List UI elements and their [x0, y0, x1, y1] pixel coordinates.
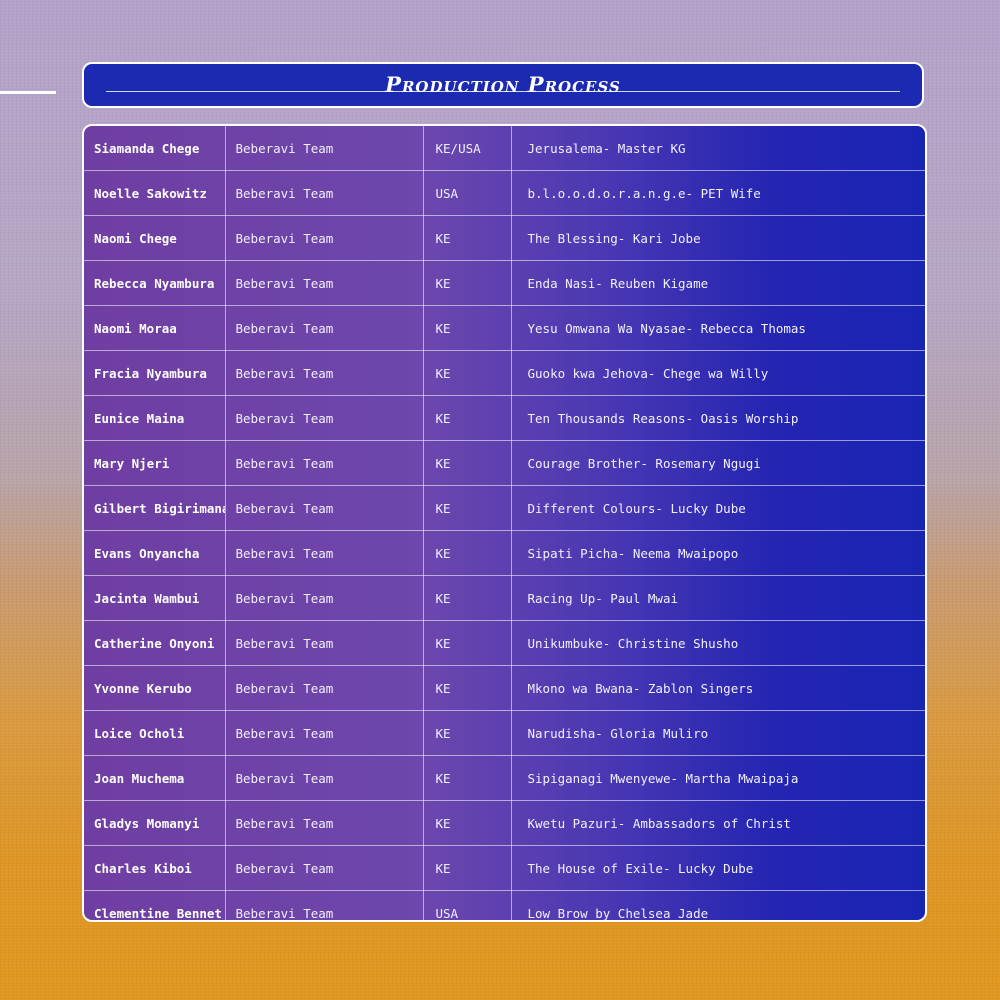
team-cell: Beberavi Team	[224, 530, 424, 576]
name-cell: Mary Njeri	[84, 440, 226, 486]
table-row: Gilbert Bigirimana Beberavi Team KE Differe…	[84, 485, 925, 531]
name-cell: Gilbert Bigirimana	[84, 485, 226, 531]
song-cell: Different Colours- Lucky Dube	[510, 485, 925, 531]
table-row: Joan Muchema Beberavi Team KE Sipiganagi Mw…	[84, 755, 925, 801]
song-cell: Racing Up- Paul Mwai	[510, 575, 925, 621]
table-row: Fracia Nyambura Beberavi Team KE Guoko kwa …	[84, 350, 925, 396]
team-cell: Beberavi Team	[224, 215, 424, 261]
country-cell: KE	[422, 755, 512, 801]
table-row: Charles Kiboi Beberavi Team KE The House of…	[84, 845, 925, 891]
country-cell: KE	[422, 530, 512, 576]
country-cell: KE	[422, 665, 512, 711]
song-cell: The House of Exile- Lucky Dube	[510, 845, 925, 891]
name-cell: Fracia Nyambura	[84, 350, 226, 396]
song-cell: Jerusalema- Master KG	[510, 126, 925, 171]
song-cell: Sipiganagi Mwenyewe- Martha Mwaipaja	[510, 755, 925, 801]
song-cell: Yesu Omwana Wa Nyasae- Rebecca Thomas	[510, 305, 925, 351]
country-cell: USA	[422, 170, 512, 216]
song-cell: Low Brow by Chelsea Jade	[510, 890, 925, 920]
country-cell: KE	[422, 800, 512, 846]
country-cell: USA	[422, 890, 512, 920]
song-cell: Enda Nasi- Reuben Kigame	[510, 260, 925, 306]
table-row: Catherine Onyoni Beberavi Team KE Unikumbuk…	[84, 620, 925, 666]
table-row: Gladys Momanyi Beberavi Team KE Kwetu Pazur…	[84, 800, 925, 846]
team-cell: Beberavi Team	[224, 305, 424, 351]
country-cell: KE	[422, 710, 512, 756]
name-cell: Naomi Moraa	[84, 305, 226, 351]
name-cell: Clementine Bennet	[84, 890, 226, 920]
table-row: Yvonne Kerubo Beberavi Team KE Mkono wa Bwa…	[84, 665, 925, 711]
team-cell: Beberavi Team	[224, 755, 424, 801]
country-cell: KE	[422, 440, 512, 486]
name-cell: Charles Kiboi	[84, 845, 226, 891]
country-cell: KE	[422, 575, 512, 621]
team-cell: Beberavi Team	[224, 260, 424, 306]
name-cell: Siamanda Chege	[84, 126, 226, 171]
table-row: Eunice Maina Beberavi Team KE Ten Thousands…	[84, 395, 925, 441]
song-cell: Guoko kwa Jehova- Chege wa Willy	[510, 350, 925, 396]
page-title: Production Process	[385, 72, 621, 97]
name-cell: Yvonne Kerubo	[84, 665, 226, 711]
song-cell: b.l.o.o.d.o.r.a.n.g.e- PET Wife	[510, 170, 925, 216]
name-cell: Noelle Sakowitz	[84, 170, 226, 216]
song-cell: Mkono wa Bwana- Zablon Singers	[510, 665, 925, 711]
country-cell: KE	[422, 395, 512, 441]
team-cell: Beberavi Team	[224, 575, 424, 621]
team-cell: Beberavi Team	[224, 620, 424, 666]
name-cell: Naomi Chege	[84, 215, 226, 261]
table-row: Siamanda Chege Beberavi Team KE/USA Jerusal…	[84, 126, 925, 171]
name-cell: Rebecca Nyambura	[84, 260, 226, 306]
credits-table: Siamanda Chege Beberavi Team KE/USA Jerusal…	[84, 126, 925, 920]
team-cell: Beberavi Team	[224, 440, 424, 486]
table-row: Naomi Chege Beberavi Team KE The Blessing- …	[84, 215, 925, 261]
song-cell: Sipati Picha- Neema Mwaipopo	[510, 530, 925, 576]
song-cell: Ten Thousands Reasons- Oasis Worship	[510, 395, 925, 441]
name-cell: Jacinta Wambui	[84, 575, 226, 621]
name-cell: Loice Ocholi	[84, 710, 226, 756]
song-cell: Courage Brother- Rosemary Ngugi	[510, 440, 925, 486]
table-row: Clementine Bennet Beberavi Team USA Low Bro…	[84, 890, 925, 920]
team-cell: Beberavi Team	[224, 395, 424, 441]
table-row: Loice Ocholi Beberavi Team KE Narudisha- Gl…	[84, 710, 925, 756]
country-cell: KE	[422, 845, 512, 891]
table-row: Rebecca Nyambura Beberavi Team KE Enda Nasi…	[84, 260, 925, 306]
country-cell: KE	[422, 260, 512, 306]
team-cell: Beberavi Team	[224, 845, 424, 891]
team-cell: Beberavi Team	[224, 350, 424, 396]
team-cell: Beberavi Team	[224, 890, 424, 920]
title-banner: Production Process	[82, 62, 924, 108]
credits-table-container: Siamanda Chege Beberavi Team KE/USA Jerusal…	[82, 124, 927, 922]
song-cell: The Blessing- Kari Jobe	[510, 215, 925, 261]
country-cell: KE	[422, 305, 512, 351]
decorative-line	[0, 91, 56, 94]
team-cell: Beberavi Team	[224, 126, 424, 171]
name-cell: Evans Onyancha	[84, 530, 226, 576]
team-cell: Beberavi Team	[224, 665, 424, 711]
country-cell: KE	[422, 215, 512, 261]
table-row: Jacinta Wambui Beberavi Team KE Racing Up- …	[84, 575, 925, 621]
table-row: Noelle Sakowitz Beberavi Team USA b.l.o.o.d…	[84, 170, 925, 216]
team-cell: Beberavi Team	[224, 170, 424, 216]
song-cell: Kwetu Pazuri- Ambassadors of Christ	[510, 800, 925, 846]
table-row: Naomi Moraa Beberavi Team KE Yesu Omwana Wa…	[84, 305, 925, 351]
country-cell: KE/USA	[422, 126, 512, 171]
table-row: Mary Njeri Beberavi Team KE Courage Brother…	[84, 440, 925, 486]
country-cell: KE	[422, 350, 512, 396]
song-cell: Narudisha- Gloria Muliro	[510, 710, 925, 756]
table-row: Evans Onyancha Beberavi Team KE Sipati Pich…	[84, 530, 925, 576]
team-cell: Beberavi Team	[224, 800, 424, 846]
team-cell: Beberavi Team	[224, 485, 424, 531]
name-cell: Gladys Momanyi	[84, 800, 226, 846]
name-cell: Catherine Onyoni	[84, 620, 226, 666]
country-cell: KE	[422, 620, 512, 666]
name-cell: Joan Muchema	[84, 755, 226, 801]
name-cell: Eunice Maina	[84, 395, 226, 441]
song-cell: Unikumbuke- Christine Shusho	[510, 620, 925, 666]
team-cell: Beberavi Team	[224, 710, 424, 756]
country-cell: KE	[422, 485, 512, 531]
